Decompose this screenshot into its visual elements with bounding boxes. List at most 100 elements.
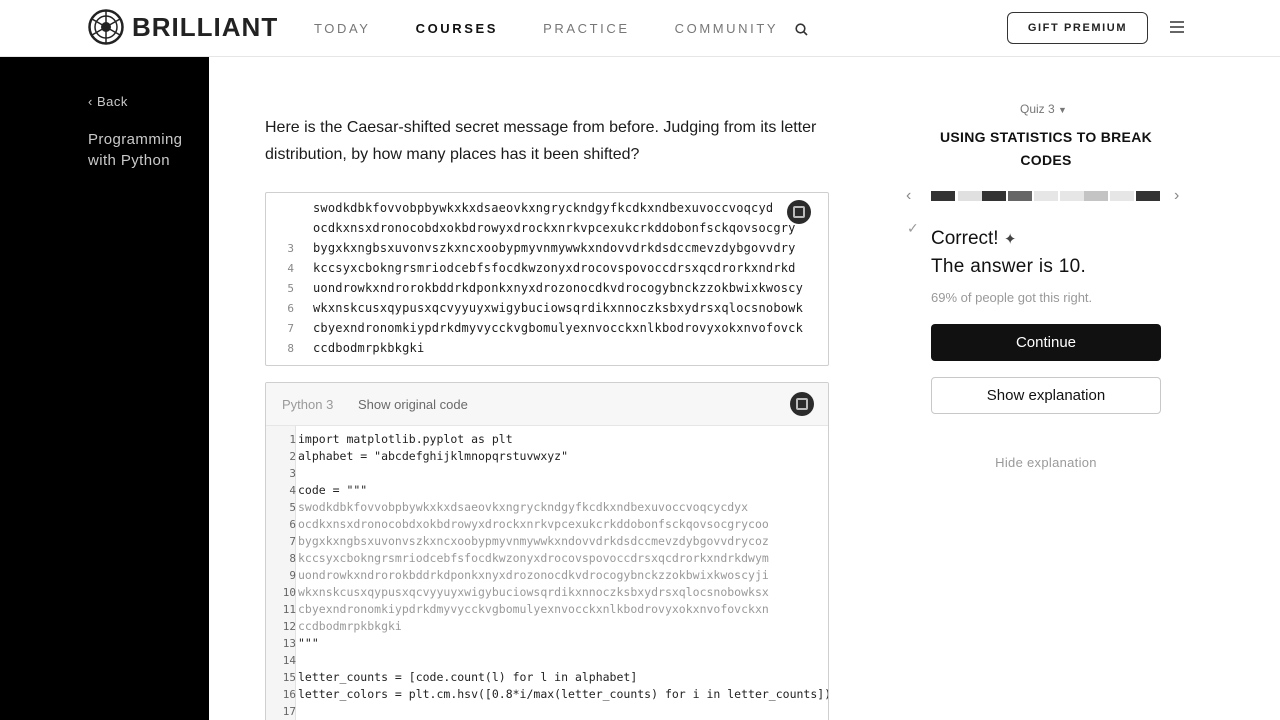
quiz-title: USING STATISTICS TO BREAK CODES [939, 129, 1153, 168]
line-number: 3 [287, 242, 294, 255]
progress-segment[interactable] [982, 191, 1006, 201]
code-line: 7 bygxkxngbsxuvonvszkxncxoobypmyvnmywwkxn… [266, 533, 828, 550]
line-number: 3 [289, 467, 296, 480]
gift-premium-button[interactable]: GIFT PREMIUM [1007, 12, 1148, 44]
back-link[interactable]: ‹ Back [88, 94, 128, 109]
quiz-selector[interactable]: Quiz 3 ▼ [1020, 102, 1067, 116]
line-text: cbyexndronomkiypdrkdmyvycckvgbomulyexnvo… [298, 602, 769, 616]
feedback-text: Correct! [931, 228, 999, 249]
line-number: 7 [287, 322, 294, 335]
copy-icon[interactable] [787, 200, 811, 224]
message-code-panel[interactable]: swodkdbkfovvobpbywkxkxdsaeovkxngryckndgy… [265, 192, 829, 366]
language-label: Python 3 [282, 397, 334, 412]
code-line: 15 letter_counts = [code.count(l) for l i… [266, 669, 828, 686]
line-number: 2 [289, 450, 296, 463]
line-text: import matplotlib.pyplot as plt [298, 432, 513, 446]
line-number: 9 [289, 569, 296, 582]
line-text: ocdkxnsxdronocobdxokbdrowyxdrockxnrkvpce… [298, 517, 769, 531]
code-line: 11 cbyexndronomkiypdrkdmyvycckvgbomulyexn… [266, 601, 828, 618]
nav-community[interactable]: COMMUNITY [675, 21, 779, 36]
code-line: 8 ccdbodmrpkbkgki [266, 340, 828, 357]
search-box[interactable] [795, 16, 983, 42]
line-number: 12 [282, 620, 296, 633]
hide-explanation-link[interactable]: Hide explanation [931, 455, 1161, 470]
code-line: 4 kccsyxcbokngrsmriodcebfsfocdkwzonyxdroc… [266, 260, 828, 277]
code-line: 10 wkxnskcusxqypusxqcvyyuyxwigybuciowsqrd… [266, 584, 828, 601]
menu-icon[interactable] [1169, 20, 1185, 34]
chevron-right-icon[interactable]: › [1174, 187, 1179, 205]
line-text: kccsyxcbokngrsmriodcebfsfocdkwzonyxdroco… [298, 551, 769, 565]
line-number: 16 [282, 688, 296, 701]
feedback-correct: Correct! ✦ [931, 228, 1016, 250]
python-code-panel[interactable]: Python 3 Show original code 1 import matp… [265, 382, 829, 720]
celebration-icon: ✦ [1003, 231, 1017, 248]
nav-courses[interactable]: COURSES [416, 21, 499, 36]
line-text: ccdbodmrpkbkgki [298, 619, 402, 633]
progress-segment[interactable] [958, 191, 982, 201]
brand-name: BRILLIANT [132, 11, 279, 42]
line-number: 5 [287, 282, 294, 295]
progress-segment[interactable] [1008, 191, 1032, 201]
progress-segment[interactable] [1084, 191, 1108, 201]
line-text: swodkdbkfovvobpbywkxkxdsaeovkxngryckndgy… [313, 201, 774, 215]
line-text: uondrowkxndrorokbddrkdponkxnyxdrozonocdk… [313, 281, 804, 295]
line-text: """ [298, 636, 319, 650]
code-line: 6 ocdkxnsxdronocobdxokbdrowyxdrockxnrkvpc… [266, 516, 828, 533]
back-label: Back [96, 94, 128, 109]
line-text: wkxnskcusxqypusxqcvyyuyxwigybuciowsqrdik… [313, 301, 804, 315]
progress-segment[interactable] [1060, 191, 1084, 201]
chevron-left-icon: ‹ [88, 94, 97, 109]
code-line: 16 letter_colors = plt.cm.hsv([0.8*i/max(… [266, 686, 828, 703]
line-text: kccsyxcbokngrsmriodcebfsfocdkwzonyxdroco… [313, 261, 796, 275]
line-text: ocdkxnsxdronocobdxokbdrowyxdrockxnrkvpce… [313, 221, 796, 235]
nav-today[interactable]: TODAY [314, 21, 371, 36]
run-code-icon[interactable] [790, 392, 814, 416]
nav-practice[interactable]: PRACTICE [543, 21, 630, 36]
line-number: 4 [287, 262, 294, 275]
progress-segment[interactable] [1034, 191, 1058, 201]
code-line: 4 code = """ [266, 482, 828, 499]
continue-button[interactable]: Continue [931, 324, 1161, 361]
code-line: 5 swodkdbkfovvobpbywkxkxdsaeovkxngryckndg… [266, 499, 828, 516]
progress-segment[interactable] [1110, 191, 1134, 201]
checkmark-icon: ✓ [907, 220, 919, 236]
code-line: 13 """ [266, 635, 828, 652]
line-text: wkxnskcusxqypusxqcvyyuyxwigybuciowsqrdik… [298, 585, 769, 599]
show-original-code-link[interactable]: Show original code [358, 397, 468, 412]
code-line: 3 bygxkxngbsxuvonvszkxncxoobypmyvnmywwkxn… [266, 240, 828, 257]
line-text: letter_colors = plt.cm.hsv([0.8*i/max(le… [298, 687, 829, 701]
brand-logo[interactable]: BRILLIANT [88, 9, 278, 45]
code-line: 14 [266, 652, 828, 669]
line-text: bygxkxngbsxuvonvszkxncxoobypmyvnmywwkxnd… [313, 241, 796, 255]
code-line: 5 uondrowkxndrorokbddrkdponkxnyxdrozonocd… [266, 280, 828, 297]
line-number: 11 [282, 603, 296, 616]
show-explanation-button[interactable]: Show explanation [931, 377, 1161, 414]
answer-statistic: 69% of people got this right. [931, 290, 1093, 305]
progress-segment[interactable] [1136, 191, 1160, 201]
brilliant-logo-icon [88, 9, 124, 45]
chevron-left-icon[interactable]: ‹ [906, 187, 911, 205]
line-number: 5 [289, 501, 296, 514]
line-number: 17 [282, 705, 296, 718]
line-number: 13 [282, 637, 296, 650]
line-text: code = """ [298, 483, 368, 497]
code-line: 7 cbyexndronomkiypdrkdmyvycckvgbomulyexnv… [266, 320, 828, 337]
answer-text: The answer is 10. [931, 256, 1087, 277]
course-title[interactable]: Programming with Python [88, 129, 198, 171]
search-input[interactable] [816, 21, 976, 37]
line-text: bygxkxngbsxuvonvszkxncxoobypmyvnmywwkxnd… [298, 534, 769, 548]
code-line: 17 [266, 703, 828, 720]
code-line: 1 import matplotlib.pyplot as plt [266, 431, 828, 448]
course-sidebar: ‹ Back Programming with Python [0, 57, 209, 720]
line-text: letter_counts = [code.count(l) for l in … [298, 670, 638, 684]
line-text: ccdbodmrpkbkgki [313, 341, 425, 355]
code-editor[interactable]: 1 import matplotlib.pyplot as plt 2 alphabe… [266, 426, 828, 720]
line-number: 8 [287, 342, 294, 355]
line-number: 14 [282, 654, 296, 667]
code-line: 6 wkxnskcusxqypusxqcvyyuyxwigybuciowsqrdi… [266, 300, 828, 317]
progress-segment[interactable] [931, 191, 955, 201]
line-number: 6 [287, 302, 294, 315]
line-text: cbyexndronomkiypdrkdmyvycckvgbomulyexnvo… [313, 321, 804, 335]
code-line: 8 kccsyxcbokngrsmriodcebfsfocdkwzonyxdroc… [266, 550, 828, 567]
line-number: 8 [289, 552, 296, 565]
